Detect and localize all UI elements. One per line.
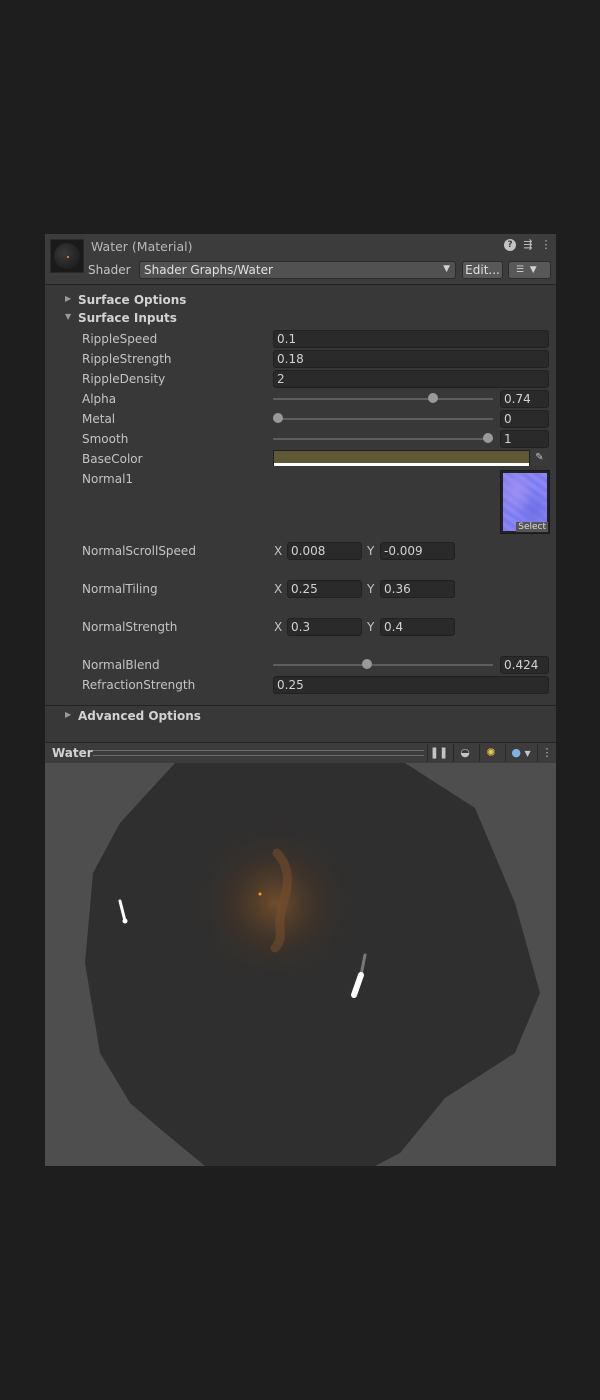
specular-highlight xyxy=(122,918,128,924)
property-label: BaseColor xyxy=(82,452,143,466)
metal-slider-handle[interactable] xyxy=(273,413,283,423)
property-ripple-density: RippleDensity 2 xyxy=(45,369,556,389)
light-point xyxy=(258,892,262,896)
section-advanced-options[interactable]: ▶ Advanced Options xyxy=(45,707,556,725)
y-label: Y xyxy=(367,544,375,558)
pause-icon[interactable]: ❚❚ xyxy=(427,744,450,762)
material-preview-viewport[interactable] xyxy=(45,763,556,1166)
shader-dropdown[interactable]: Shader Graphs/Water ▼ xyxy=(139,261,456,279)
property-normal-blend: NormalBlend 0.424 xyxy=(45,655,556,675)
property-label: RefractionStrength xyxy=(82,678,196,692)
property-label: RippleDensity xyxy=(82,372,166,386)
texture-select-button[interactable]: Select xyxy=(516,522,548,532)
material-title: Water (Material) xyxy=(91,239,193,254)
property-metal: Metal 0 xyxy=(45,409,556,429)
ripple-speed-field[interactable]: 0.1 xyxy=(273,330,549,348)
collapse-arrow-icon: ▼ xyxy=(65,312,72,321)
smooth-field[interactable]: 1 xyxy=(500,430,549,448)
eyedropper-icon[interactable]: ✎ xyxy=(531,450,548,466)
property-label: NormalTiling xyxy=(82,582,158,596)
refraction-strength-field[interactable]: 0.25 xyxy=(273,676,549,694)
property-label: RippleSpeed xyxy=(82,332,158,346)
material-menu-button[interactable]: ☰ ▼ xyxy=(508,261,551,279)
shader-dropdown-value: Shader Graphs/Water xyxy=(144,263,273,277)
kebab-menu-icon[interactable]: ⋮ xyxy=(540,239,552,251)
property-normal-strength: NormalStrength X 0.3 Y 0.4 xyxy=(45,617,556,637)
material-inspector: Water (Material) ? ⇶ ⋮ Shader Shader Gra… xyxy=(45,234,556,1166)
property-label: NormalScrollSpeed xyxy=(82,544,196,558)
metal-field[interactable]: 0 xyxy=(500,410,549,428)
property-label: Metal xyxy=(82,412,116,426)
property-label: Alpha xyxy=(82,392,117,406)
x-label: X xyxy=(274,544,283,558)
normal-scroll-speed-y-field[interactable]: -0.009 xyxy=(380,542,455,560)
preview-resize-handle[interactable] xyxy=(93,750,424,756)
chevron-down-icon: ▼ xyxy=(443,264,450,274)
expand-arrow-icon: ▶ xyxy=(65,294,72,303)
ripple-density-field[interactable]: 2 xyxy=(273,370,549,388)
normal-tiling-y-field[interactable]: 0.36 xyxy=(380,580,455,598)
material-preview-icon xyxy=(50,239,84,273)
property-smooth: Smooth 1 xyxy=(45,429,556,449)
property-label: Normal1 xyxy=(82,472,134,486)
background-sphere-icon[interactable]: ● ▼ xyxy=(505,744,536,762)
base-color-swatch[interactable] xyxy=(273,450,530,466)
alpha-slider[interactable] xyxy=(273,398,493,400)
ripple-strength-field[interactable]: 0.18 xyxy=(273,350,549,368)
property-normal-scroll-speed: NormalScrollSpeed X 0.008 Y -0.009 xyxy=(45,541,556,561)
normal-scroll-speed-x-field[interactable]: 0.008 xyxy=(287,542,362,560)
property-ripple-strength: RippleStrength 0.18 xyxy=(45,349,556,369)
preview-toolbar: Water ❚❚ ◒ ✺ ● ▼ ⋮ xyxy=(45,742,556,764)
kebab-menu-icon[interactable]: ⋮ xyxy=(537,744,556,762)
normal-blend-field[interactable]: 0.424 xyxy=(500,656,549,674)
smooth-slider-handle[interactable] xyxy=(483,433,493,443)
property-normal-tiling: NormalTiling X 0.25 Y 0.36 xyxy=(45,579,556,599)
section-label: Advanced Options xyxy=(78,709,201,723)
mesh-sphere-icon[interactable]: ◒ xyxy=(453,744,476,762)
expand-arrow-icon: ▶ xyxy=(65,710,72,719)
preview-title: Water xyxy=(52,746,93,760)
y-label: Y xyxy=(367,582,375,596)
section-surface-inputs[interactable]: ▼ Surface Inputs xyxy=(45,309,556,327)
normal-blend-slider-handle[interactable] xyxy=(362,659,373,669)
property-normal1: Normal1 xyxy=(45,469,556,489)
section-label: Surface Options xyxy=(78,293,187,307)
preview-render xyxy=(85,763,540,1166)
normal-strength-x-field[interactable]: 0.3 xyxy=(287,618,362,636)
property-alpha: Alpha 0.74 xyxy=(45,389,556,409)
metal-slider[interactable] xyxy=(273,418,493,420)
property-ripple-speed: RippleSpeed 0.1 xyxy=(45,329,556,349)
divider xyxy=(45,705,556,706)
x-label: X xyxy=(274,620,283,634)
normal-tiling-x-field[interactable]: 0.25 xyxy=(287,580,362,598)
alpha-slider-handle[interactable] xyxy=(428,393,439,403)
normal-strength-y-field[interactable]: 0.4 xyxy=(380,618,455,636)
section-surface-options[interactable]: ▶ Surface Options xyxy=(45,291,556,309)
y-label: Y xyxy=(367,620,375,634)
lights-icon[interactable]: ✺ xyxy=(479,744,502,762)
edit-shader-button[interactable]: Edit... xyxy=(462,261,503,279)
normal1-texture-slot[interactable]: Select xyxy=(500,470,550,534)
property-label: RippleStrength xyxy=(82,352,172,366)
property-label: NormalBlend xyxy=(82,658,160,672)
property-label: NormalStrength xyxy=(82,620,178,634)
shader-label: Shader xyxy=(88,263,131,277)
normal-blend-slider[interactable] xyxy=(273,664,493,666)
refraction-glow xyxy=(185,813,365,993)
help-icon[interactable]: ? xyxy=(504,239,516,251)
x-label: X xyxy=(274,582,283,596)
alpha-field[interactable]: 0.74 xyxy=(500,390,549,408)
property-refraction-strength: RefractionStrength 0.25 xyxy=(45,675,556,695)
property-base-color: BaseColor ✎ xyxy=(45,449,556,469)
sliders-icon[interactable]: ⇶ xyxy=(522,239,534,251)
section-label: Surface Inputs xyxy=(78,311,177,325)
material-header: Water (Material) ? ⇶ ⋮ Shader Shader Gra… xyxy=(45,234,556,285)
smooth-slider[interactable] xyxy=(273,438,493,440)
property-label: Smooth xyxy=(82,432,129,446)
